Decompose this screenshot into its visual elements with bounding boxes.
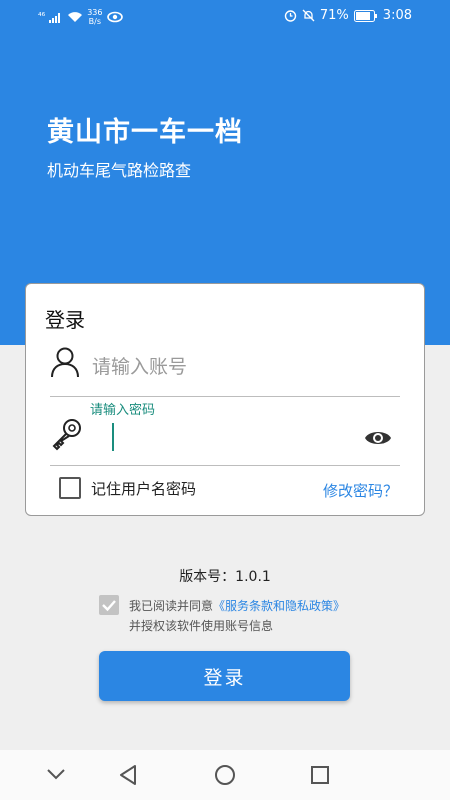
net-speed: 336 B/s bbox=[87, 8, 102, 26]
app-title: 黄山市一车一档 bbox=[47, 117, 243, 148]
agree-text-line2: 并授权该软件使用账号信息 bbox=[129, 619, 274, 633]
signal-text: ⁴⁶ bbox=[38, 12, 46, 22]
remember-option[interactable]: 记住用户名密码 bbox=[59, 477, 196, 499]
agree-prefix: 我已阅读并同意 bbox=[129, 599, 214, 613]
account-input[interactable] bbox=[92, 356, 382, 378]
login-button[interactable]: 登录 bbox=[99, 651, 350, 701]
login-card-title: 登录 bbox=[45, 308, 85, 332]
password-float-label: 请输入密码 bbox=[90, 403, 156, 418]
status-right: 71% 3:08 bbox=[284, 8, 412, 23]
agree-checkbox[interactable] bbox=[99, 595, 119, 615]
status-bar: ⁴⁶ 336 B/s 71% 3:08 bbox=[0, 0, 450, 34]
change-password-link[interactable]: 修改密码？ bbox=[323, 480, 398, 501]
eye-icon[interactable] bbox=[364, 429, 392, 447]
app-subtitle: 机动车尾气路检路查 bbox=[47, 161, 192, 180]
battery-icon bbox=[353, 9, 377, 22]
back-icon[interactable] bbox=[118, 764, 138, 786]
mute-icon bbox=[302, 9, 315, 22]
home-icon[interactable] bbox=[214, 764, 236, 786]
net-speed-value: 336 bbox=[87, 8, 103, 17]
battery-percent: 71% bbox=[319, 8, 349, 23]
eye-status-icon bbox=[106, 11, 123, 23]
net-speed-unit: B/s bbox=[88, 17, 102, 26]
clock-time: 3:08 bbox=[382, 8, 412, 23]
nav-down-icon[interactable] bbox=[46, 768, 66, 780]
password-row[interactable]: 请输入密码 bbox=[50, 397, 400, 466]
status-left: ⁴⁶ 336 B/s bbox=[38, 8, 123, 26]
key-icon bbox=[52, 419, 81, 451]
check-icon bbox=[102, 600, 116, 612]
system-nav-bar bbox=[0, 750, 450, 800]
recents-icon[interactable] bbox=[310, 764, 330, 786]
remember-label[interactable]: 记住用户名密码 bbox=[91, 478, 196, 499]
cell-signal-icon bbox=[49, 13, 61, 23]
user-icon bbox=[51, 347, 79, 378]
login-card: 登录 请输入密码 记住用户名密码 修改密码？ bbox=[25, 283, 425, 516]
remember-checkbox[interactable] bbox=[59, 477, 81, 499]
alarm-icon bbox=[284, 10, 297, 22]
version-label: 版本号：1.0.1 bbox=[179, 569, 271, 585]
agree-text-line1: 我已阅读并同意《服务条款和隐私政策》 bbox=[129, 597, 345, 614]
account-row bbox=[50, 344, 400, 397]
wifi-icon bbox=[68, 12, 83, 22]
password-input-caret[interactable] bbox=[112, 423, 114, 451]
policy-link[interactable]: 《服务条款和隐私政策》 bbox=[213, 599, 345, 613]
